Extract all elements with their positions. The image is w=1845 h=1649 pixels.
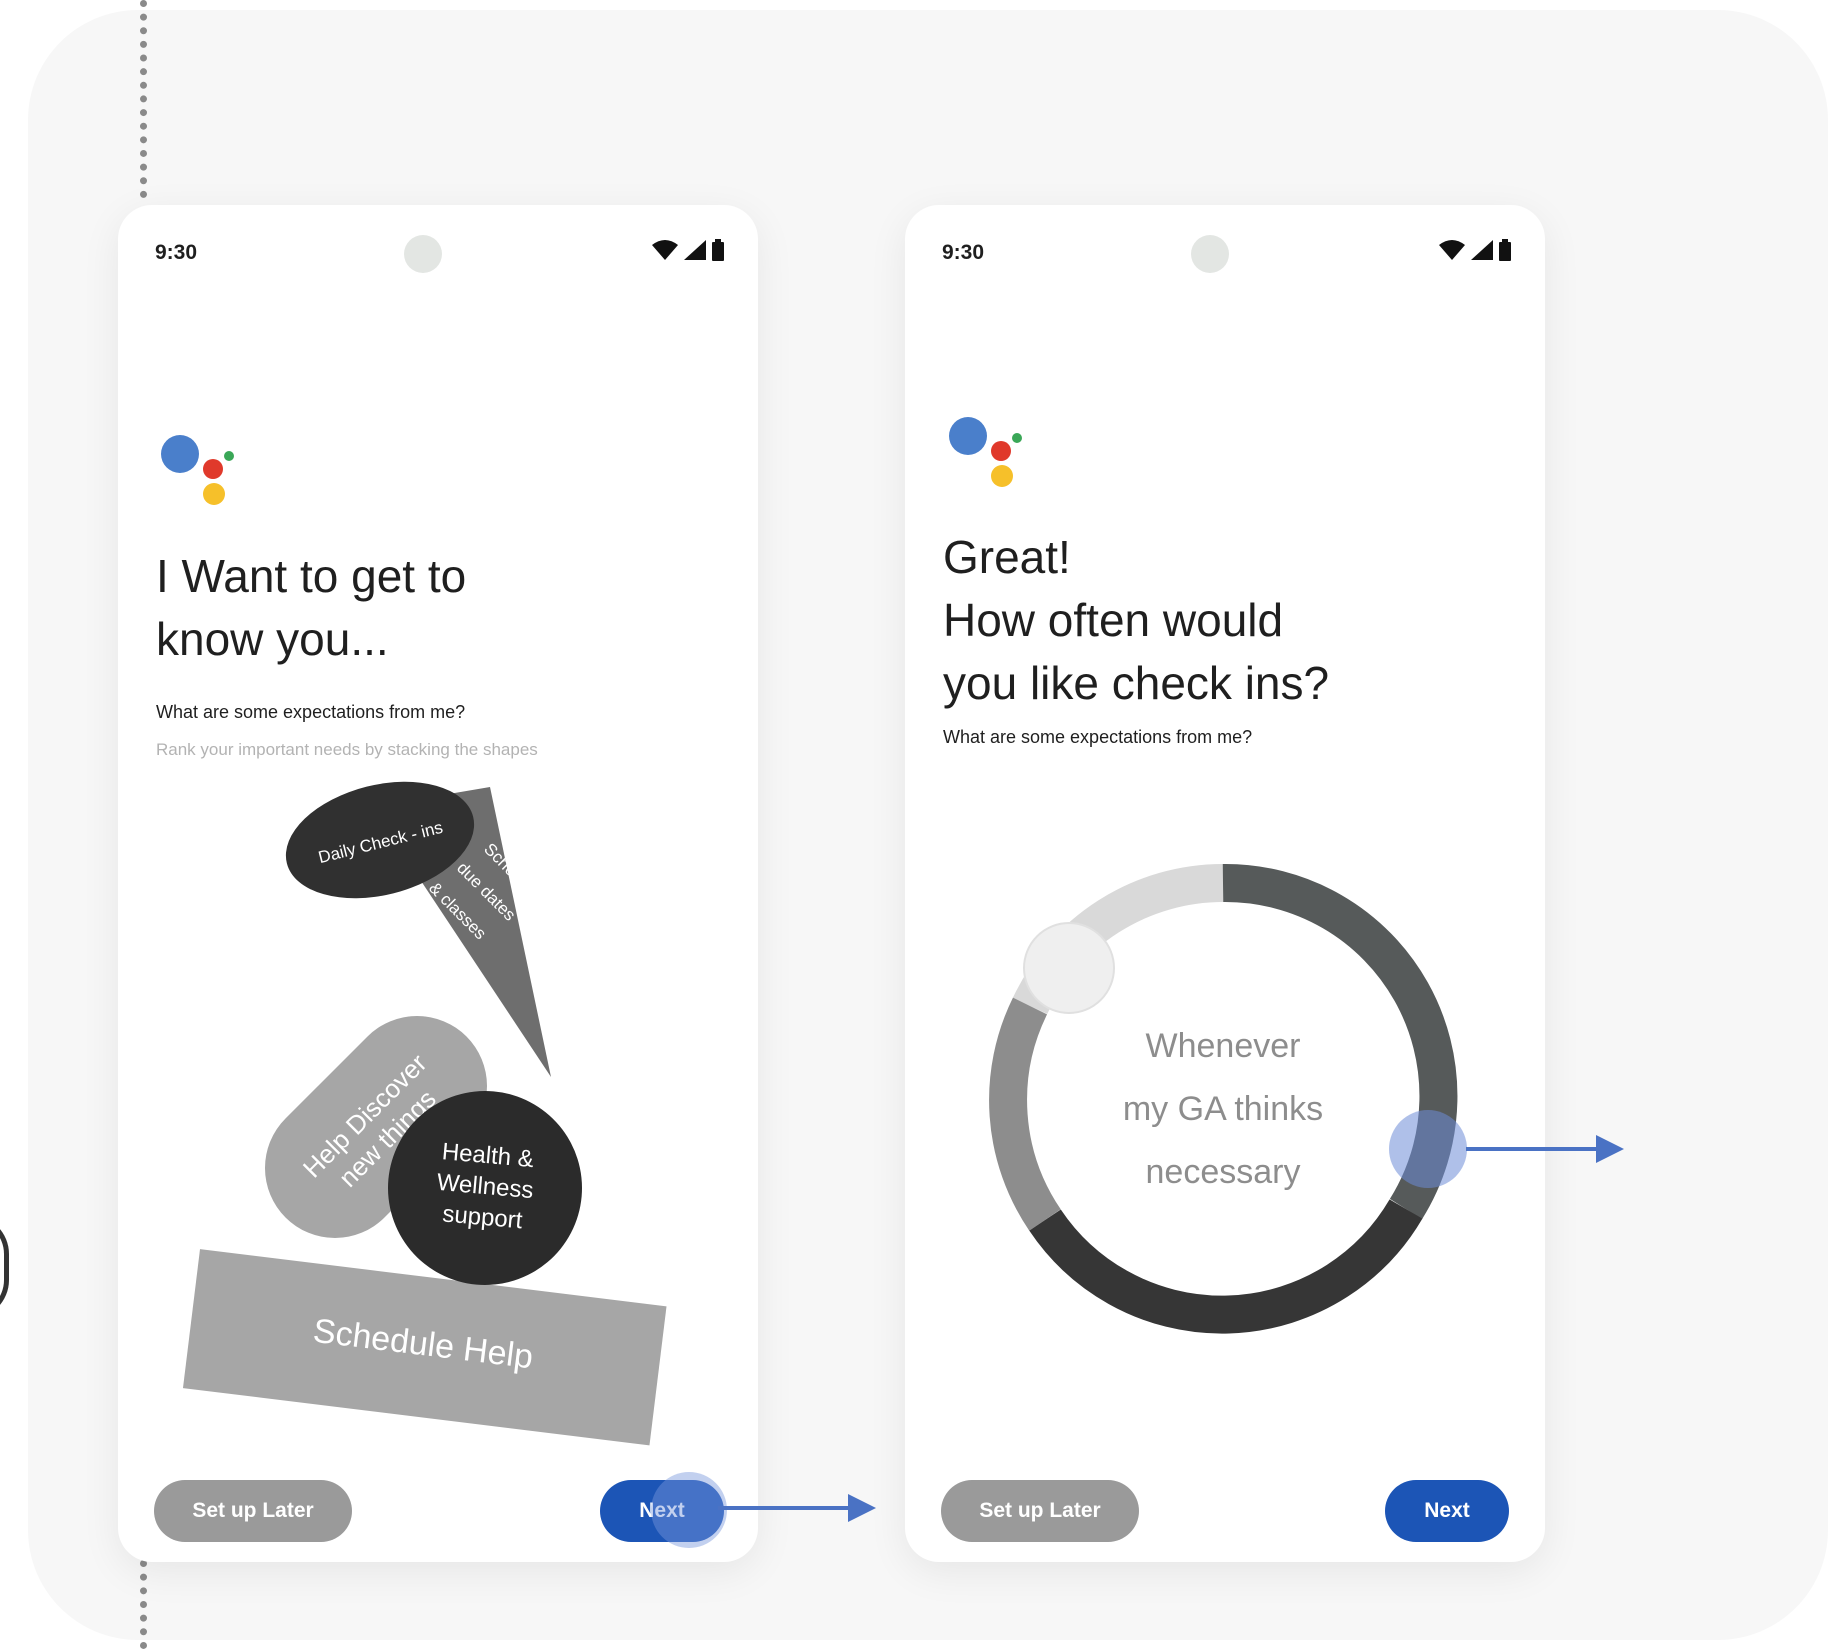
dial-segment-darkest xyxy=(1029,1199,1423,1334)
arrow-right-icon xyxy=(1466,1135,1624,1163)
arrow-right-icon xyxy=(718,1494,876,1522)
dial-label-line2: my GA thinks xyxy=(1123,1090,1323,1128)
stack-shapes: Schedule Help Help Discover new things S… xyxy=(182,781,667,1446)
phone-screen-know-you: 9:30 I Want to get to know you... What a… xyxy=(118,205,758,1562)
shape-schedule-help[interactable]: Schedule Help xyxy=(182,1249,667,1446)
dial-segment-mid xyxy=(989,997,1061,1231)
set-up-later-button[interactable]: Set up Later xyxy=(941,1480,1139,1542)
dial-label-line3: necessary xyxy=(1146,1153,1301,1191)
dial-handle-top[interactable] xyxy=(1023,922,1115,1014)
next-button[interactable]: Next xyxy=(1385,1480,1509,1542)
frequency-dial: Whenever my GA thinks necessary xyxy=(989,863,1467,1334)
set-up-later-button[interactable]: Set up Later xyxy=(154,1480,352,1542)
guide-line-top xyxy=(140,0,147,198)
guide-line-bottom xyxy=(140,1560,147,1649)
dial-drag-handle[interactable] xyxy=(1389,1110,1467,1188)
cropped-glyph xyxy=(0,1215,9,1319)
dial-label-line1: Whenever xyxy=(1146,1027,1301,1065)
tap-indicator xyxy=(651,1472,727,1548)
phone-screen-check-ins: 9:30 Great! How often would you like che… xyxy=(905,205,1545,1562)
